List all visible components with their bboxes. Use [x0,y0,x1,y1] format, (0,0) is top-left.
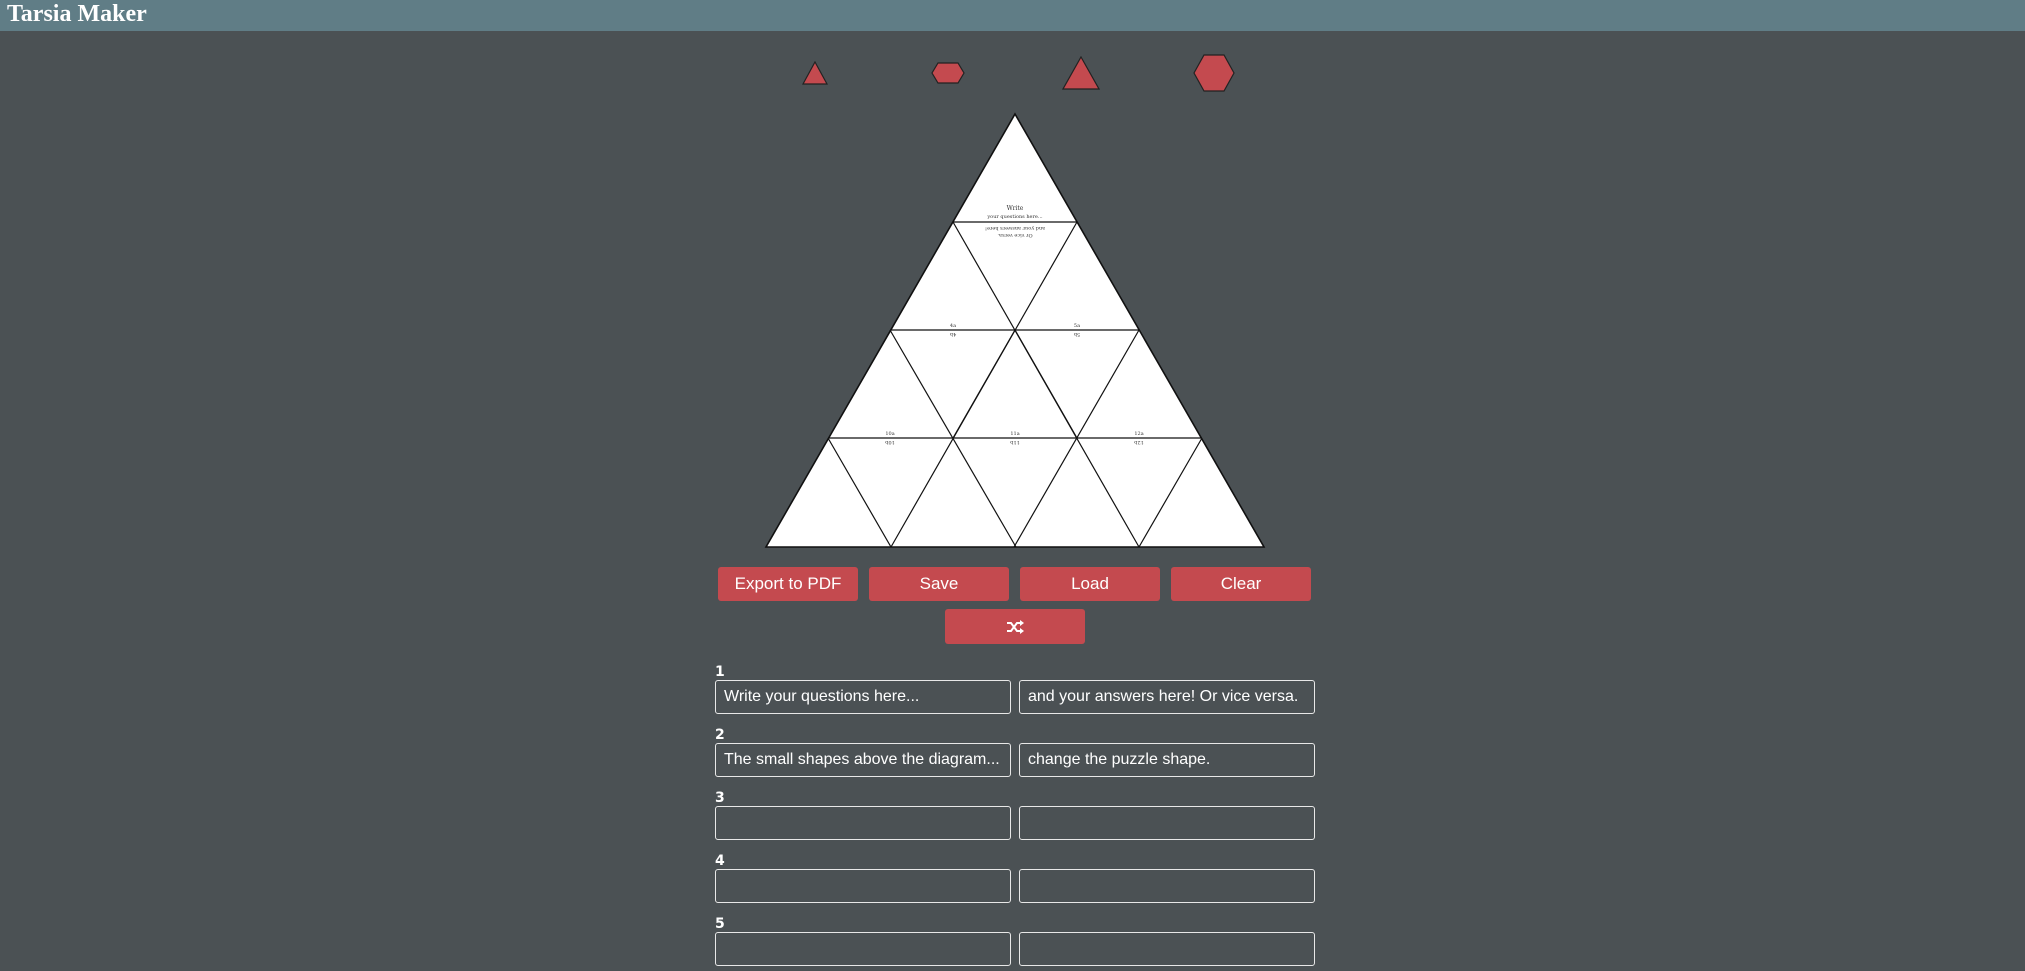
tile-text-10a: 10a [885,431,894,437]
tile-text-mid-1: and your answers here! [985,225,1045,231]
row-number: 2 [715,727,725,743]
question-input-3[interactable] [715,806,1011,840]
row-number: 3 [715,790,725,806]
question-input-1[interactable] [715,680,1011,714]
load-button[interactable]: Load [1020,567,1160,601]
puzzle-diagram[interactable]: Write your questions here... and your an… [0,0,2025,560]
row-number: 4 [715,853,725,869]
question-input-5[interactable] [715,932,1011,966]
tile-text-top-2: your questions here... [986,214,1043,220]
tile-text-4b: 4b [950,331,956,337]
row-number: 5 [715,916,725,932]
tile-text-mid-2: Or vice versa. [997,232,1033,238]
tile-text-12b: 12b [1134,439,1144,445]
tile-text-5a: 5a [1074,323,1080,329]
tile-text-12a: 12a [1134,431,1143,437]
tile-text-11b: 11b [1010,439,1020,445]
tile-text-10b: 10b [885,439,895,445]
save-button[interactable]: Save [869,567,1009,601]
answer-input-2[interactable] [1019,743,1315,777]
answer-input-1[interactable] [1019,680,1315,714]
question-input-4[interactable] [715,869,1011,903]
question-input-2[interactable] [715,743,1011,777]
puzzle-outline [764,112,1266,548]
row-number: 1 [715,664,725,680]
tile-text-4a: 4a [950,323,956,329]
answer-input-4[interactable] [1019,869,1315,903]
answer-input-3[interactable] [1019,806,1315,840]
tile-text-11a: 11a [1010,431,1019,437]
clear-button[interactable]: Clear [1171,567,1311,601]
tile-text-5b: 5b [1074,331,1080,337]
shuffle-button[interactable] [945,609,1085,644]
export-pdf-button[interactable]: Export to PDF [718,567,858,601]
answer-input-5[interactable] [1019,932,1315,966]
shuffle-icon [1007,619,1024,634]
tile-text-top-1: Write [1007,205,1024,212]
